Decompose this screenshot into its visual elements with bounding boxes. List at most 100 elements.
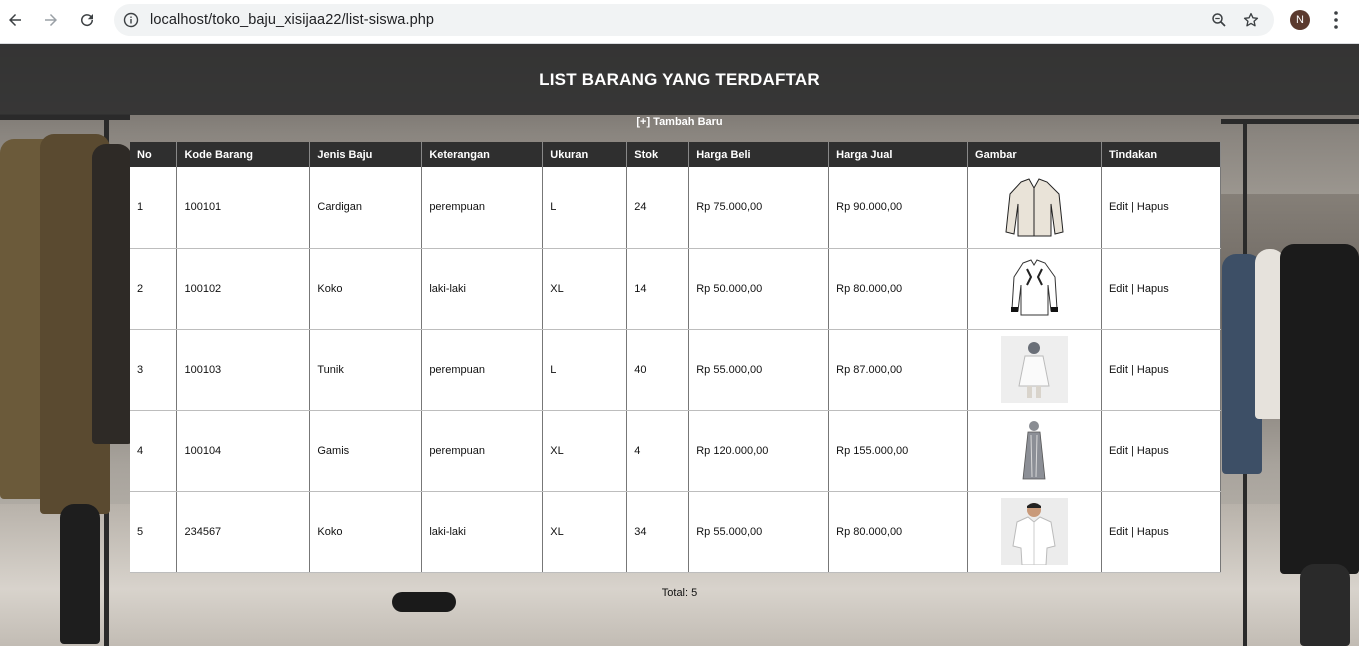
cell-harga-jual: Rp 80.000,00	[828, 491, 969, 573]
cell-kode: 100104	[176, 410, 311, 492]
url-text[interactable]: localhost/toko_baju_xisijaa22/list-siswa…	[150, 12, 434, 28]
info-icon[interactable]	[123, 12, 139, 28]
add-new-link[interactable]: [+] Tambah Baru	[0, 116, 1359, 128]
cell-kode: 234567	[176, 491, 311, 573]
delete-link[interactable]: Hapus	[1137, 283, 1169, 295]
page-header: LIST BARANG YANG TERDAFTAR	[0, 44, 1359, 115]
action-separator: |	[1127, 525, 1137, 538]
cell-ukuran: L	[542, 329, 628, 411]
cell-tindakan: Edit | Hapus	[1101, 167, 1222, 249]
col-header-gambar: Gambar	[967, 142, 1102, 167]
edit-link[interactable]: Edit	[1109, 526, 1128, 538]
cell-no: 2	[130, 248, 178, 330]
items-table: No Kode Barang Jenis Baju Keterangan Uku…	[130, 142, 1222, 573]
edit-link[interactable]: Edit	[1109, 201, 1128, 213]
cell-ukuran: XL	[542, 410, 628, 492]
table-header-row: No Kode Barang Jenis Baju Keterangan Uku…	[130, 142, 1222, 167]
action-separator: |	[1127, 363, 1137, 376]
action-separator: |	[1127, 201, 1137, 214]
gamis-image	[1001, 417, 1068, 484]
table-row: 2 100102 Koko laki-laki XL 14 Rp 50.000,…	[130, 248, 1222, 330]
star-icon[interactable]	[1242, 11, 1260, 29]
col-header-harga-jual: Harga Jual	[828, 142, 969, 167]
cell-jenis: Koko	[309, 248, 423, 330]
delete-link[interactable]: Hapus	[1137, 201, 1169, 213]
cell-harga-jual: Rp 80.000,00	[828, 248, 969, 330]
table-row: 1 100101 Cardigan perempuan L 24 Rp 75.0…	[130, 167, 1222, 249]
cell-keterangan: laki-laki	[421, 491, 544, 573]
col-header-kode-barang: Kode Barang	[176, 142, 311, 167]
cell-harga-beli: Rp 55.000,00	[688, 329, 830, 411]
cell-no: 1	[130, 167, 178, 249]
cell-harga-jual: Rp 90.000,00	[828, 167, 969, 249]
koko-model-image	[1001, 498, 1068, 566]
more-menu-icon[interactable]	[1328, 10, 1344, 30]
edit-link[interactable]: Edit	[1109, 364, 1128, 376]
cell-gambar	[967, 329, 1102, 411]
reload-button[interactable]	[75, 8, 99, 32]
cell-kode: 100101	[176, 167, 311, 249]
total-count: Total: 5	[661, 587, 698, 599]
delete-link[interactable]: Hapus	[1137, 445, 1169, 457]
cell-gambar	[967, 410, 1102, 492]
cell-ukuran: XL	[542, 248, 628, 330]
cell-tindakan: Edit | Hapus	[1101, 491, 1222, 573]
cell-stok: 24	[626, 167, 690, 249]
action-separator: |	[1127, 444, 1137, 457]
cell-jenis: Tunik	[309, 329, 423, 411]
cell-keterangan: perempuan	[421, 329, 544, 411]
cell-harga-beli: Rp 50.000,00	[688, 248, 830, 330]
cell-harga-jual: Rp 155.000,00	[828, 410, 969, 492]
cell-stok: 4	[626, 410, 690, 492]
cell-keterangan: perempuan	[421, 167, 544, 249]
cell-jenis: Cardigan	[309, 167, 423, 249]
cell-gambar	[967, 491, 1102, 573]
delete-link[interactable]: Hapus	[1137, 364, 1169, 376]
col-header-no: No	[130, 142, 178, 167]
delete-link[interactable]: Hapus	[1137, 526, 1169, 538]
koko-shirt-image	[1001, 255, 1068, 322]
reload-icon	[81, 14, 94, 27]
cell-no: 4	[130, 410, 178, 492]
cell-harga-jual: Rp 87.000,00	[828, 329, 969, 411]
cell-stok: 34	[626, 491, 690, 573]
cell-harga-beli: Rp 75.000,00	[688, 167, 830, 249]
page-title: LIST BARANG YANG TERDAFTAR	[539, 70, 820, 89]
col-header-tindakan: Tindakan	[1101, 142, 1222, 167]
edit-link[interactable]: Edit	[1109, 445, 1128, 457]
col-header-harga-beli: Harga Beli	[688, 142, 830, 167]
cell-harga-beli: Rp 120.000,00	[688, 410, 830, 492]
table-row: 3 100103 Tunik perempuan L 40 Rp 55.000,…	[130, 329, 1222, 411]
col-header-jenis-baju: Jenis Baju	[309, 142, 423, 167]
address-bar[interactable]: localhost/toko_baju_xisijaa22/list-siswa…	[114, 4, 1274, 36]
browser-toolbar: localhost/toko_baju_xisijaa22/list-siswa…	[0, 0, 1359, 44]
cell-kode: 100103	[176, 329, 311, 411]
arrow-right-icon	[45, 14, 57, 26]
cell-jenis: Gamis	[309, 410, 423, 492]
col-header-keterangan: Keterangan	[421, 142, 544, 167]
table-row: 5 234567 Koko laki-laki XL 34 Rp 55.000,…	[130, 491, 1222, 573]
col-header-stok: Stok	[626, 142, 690, 167]
cell-stok: 40	[626, 329, 690, 411]
edit-link[interactable]: Edit	[1109, 283, 1128, 295]
cell-stok: 14	[626, 248, 690, 330]
cell-tindakan: Edit | Hapus	[1101, 248, 1222, 330]
cell-gambar	[967, 167, 1102, 249]
cardigan-image	[1001, 173, 1068, 241]
cell-tindakan: Edit | Hapus	[1101, 329, 1222, 411]
cell-gambar	[967, 248, 1102, 330]
table-row: 4 100104 Gamis perempuan XL 4 Rp 120.000…	[130, 410, 1222, 492]
cell-keterangan: laki-laki	[421, 248, 544, 330]
cell-kode: 100102	[176, 248, 311, 330]
cell-harga-beli: Rp 55.000,00	[688, 491, 830, 573]
cell-ukuran: L	[542, 167, 628, 249]
zoom-icon[interactable]	[1210, 11, 1228, 29]
cell-no: 3	[130, 329, 178, 411]
arrow-left-icon	[9, 14, 21, 26]
tunik-image	[1001, 336, 1068, 403]
back-button[interactable]	[3, 8, 27, 32]
forward-button[interactable]	[39, 8, 63, 32]
action-separator: |	[1127, 282, 1137, 295]
profile-avatar[interactable]: N	[1290, 10, 1310, 30]
cell-no: 5	[130, 491, 178, 573]
